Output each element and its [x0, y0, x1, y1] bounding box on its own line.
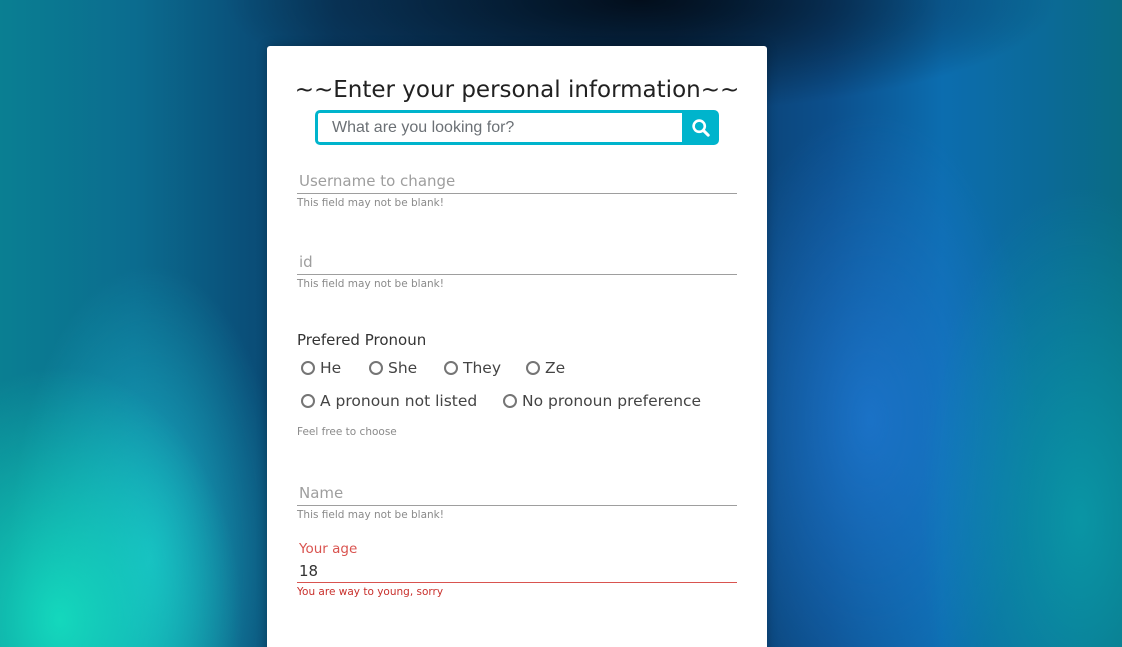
username-input[interactable] — [297, 164, 737, 194]
search-button[interactable] — [682, 110, 719, 145]
radio-label-she: She — [388, 359, 418, 377]
age-label: Your age — [299, 541, 358, 557]
search-icon — [691, 118, 710, 137]
radio-circle[interactable] — [301, 361, 315, 375]
username-field: This field may not be blank! — [297, 164, 737, 209]
radio-circle[interactable] — [526, 361, 540, 375]
radio-no-preference[interactable]: No pronoun preference — [503, 392, 701, 410]
radio-circle[interactable] — [369, 361, 383, 375]
radio-she[interactable]: She — [369, 359, 417, 377]
pronoun-label: Prefered Pronoun — [297, 331, 427, 349]
search-input[interactable] — [315, 110, 684, 145]
radio-label-no-preference: No pronoun preference — [522, 392, 702, 410]
id-input[interactable] — [297, 245, 737, 275]
pronoun-helper-text: Feel free to choose — [297, 426, 397, 438]
personal-info-form: ~~Enter your personal information~~ This… — [267, 46, 767, 647]
name-field: This field may not be blank! — [297, 476, 737, 521]
search-bar — [315, 110, 719, 145]
radio-label-not-listed: A pronoun not listed — [320, 392, 478, 410]
name-input[interactable] — [297, 476, 737, 506]
age-error-text: You are way to young, sorry — [297, 586, 444, 598]
radio-he[interactable]: He — [301, 359, 341, 377]
id-helper-text: This field may not be blank! — [297, 278, 444, 290]
radio-circle[interactable] — [444, 361, 458, 375]
name-helper-text: This field may not be blank! — [297, 509, 444, 521]
radio-they[interactable]: They — [444, 359, 501, 377]
age-input[interactable] — [297, 557, 737, 583]
radio-label-they: They — [463, 359, 502, 377]
radio-label-he: He — [320, 359, 342, 377]
id-field: This field may not be blank! — [297, 245, 737, 290]
radio-ze[interactable]: Ze — [526, 359, 565, 377]
username-helper-text: This field may not be blank! — [297, 197, 444, 209]
radio-label-ze: Ze — [545, 359, 566, 377]
radio-circle[interactable] — [503, 394, 517, 408]
form-title: ~~Enter your personal information~~ — [294, 77, 740, 103]
radio-circle[interactable] — [301, 394, 315, 408]
age-field: Your age You are way to young, sorry — [297, 541, 737, 598]
radio-not-listed[interactable]: A pronoun not listed — [301, 392, 477, 410]
